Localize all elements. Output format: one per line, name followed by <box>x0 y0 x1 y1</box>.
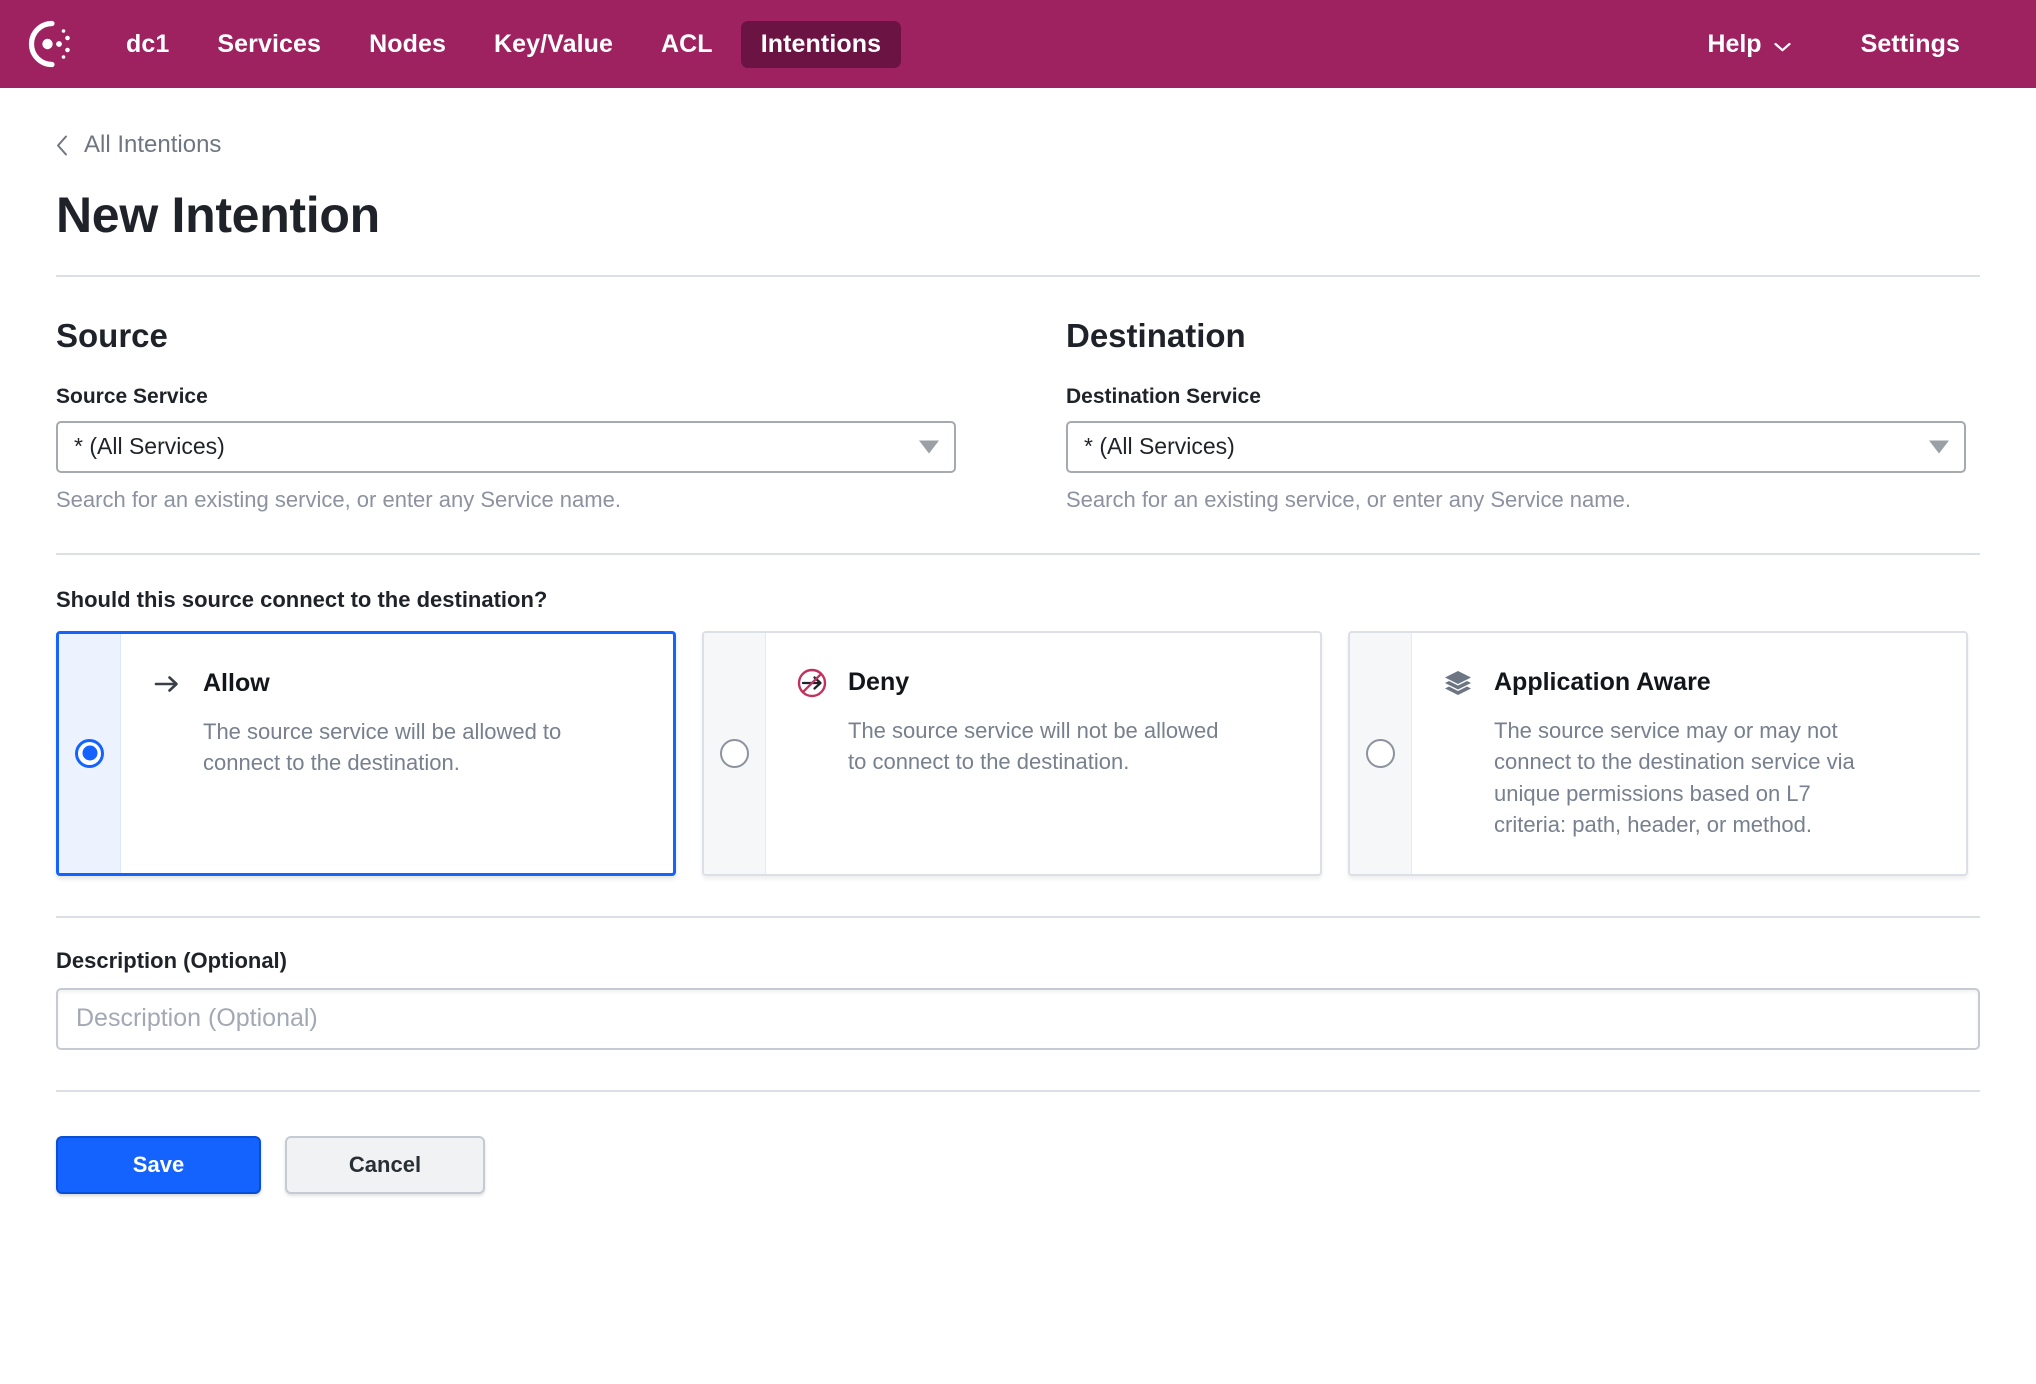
nav-item-settings[interactable]: Settings <box>1841 21 1980 68</box>
nav-item-nodes[interactable]: Nodes <box>349 21 466 68</box>
top-navigation-bar: dc1 Services Nodes Key/Value ACL Intenti… <box>0 0 2036 88</box>
deny-card-title: Deny <box>848 668 910 697</box>
permission-divider <box>56 915 1980 918</box>
destination-column: Destination Destination Service * (All S… <box>1066 319 1966 513</box>
allow-card-header: Allow <box>151 668 643 700</box>
application-aware-radio-button[interactable] <box>1366 738 1395 768</box>
chevron-down-icon <box>1773 39 1791 52</box>
deny-radio-button[interactable] <box>720 738 749 768</box>
layers-icon <box>1442 667 1474 699</box>
help-menu[interactable]: Help <box>1687 21 1810 68</box>
destination-service-value: * (All Services) <box>1084 433 1235 459</box>
allow-card-body: Allow The source service will be allowed… <box>121 634 673 873</box>
nav-right-group: Help Settings <box>1687 21 1980 68</box>
destination-service-select[interactable]: * (All Services) <box>1066 420 1966 473</box>
description-label: Description (Optional) <box>56 947 287 973</box>
allow-card-description: The source service will be allowed to co… <box>203 718 562 776</box>
destination-service-help-text: Search for an existing service, or enter… <box>1066 486 1631 512</box>
description-section: Description (Optional) <box>56 947 1980 1050</box>
nav-item-key-value[interactable]: Key/Value <box>474 21 633 68</box>
source-service-select[interactable]: * (All Services) <box>56 420 956 473</box>
nav-item-services[interactable]: Services <box>197 21 341 68</box>
permission-option-application-aware[interactable]: Application Aware The source service may… <box>1348 630 1968 876</box>
arrow-right-icon <box>151 668 183 700</box>
allow-card-title: Allow <box>203 669 270 698</box>
help-menu-label: Help <box>1707 29 1762 58</box>
cancel-button[interactable]: Cancel <box>285 1135 485 1194</box>
source-service-help-text: Search for an existing service, or enter… <box>56 486 621 512</box>
title-divider <box>56 274 1980 277</box>
no-entry-arrow-icon <box>796 667 828 699</box>
application-aware-radio-gutter[interactable] <box>1350 632 1412 874</box>
save-button[interactable]: Save <box>56 1135 261 1194</box>
allow-radio-gutter[interactable] <box>59 633 121 873</box>
service-columns: Source Source Service * (All Services) S… <box>56 319 1980 513</box>
breadcrumb-label: All Intentions <box>84 131 222 158</box>
application-aware-card-description: The source service may or may not connec… <box>1494 717 1855 838</box>
description-divider <box>56 1089 1980 1092</box>
deny-radio-gutter[interactable] <box>704 632 766 874</box>
source-column: Source Source Service * (All Services) S… <box>56 319 956 513</box>
permission-option-allow[interactable]: Allow The source service will be allowed… <box>56 630 676 876</box>
nav-item-intentions[interactable]: Intentions <box>740 20 902 68</box>
permission-question: Should this source connect to the destin… <box>56 586 548 612</box>
source-service-value: * (All Services) <box>74 433 225 459</box>
services-divider <box>56 552 1980 555</box>
destination-service-label: Destination Service <box>1066 384 1261 408</box>
permission-card-group: Allow The source service will be allowed… <box>56 630 1980 876</box>
consul-logo-icon[interactable] <box>22 17 76 71</box>
allow-radio-button[interactable] <box>75 738 104 768</box>
permission-section: Should this source connect to the destin… <box>56 586 1980 876</box>
source-section-title: Source <box>56 316 168 354</box>
application-aware-card-header: Application Aware <box>1442 667 1936 699</box>
source-service-label: Source Service <box>56 384 208 408</box>
deny-card-description: The source service will not be allowed t… <box>848 717 1219 775</box>
description-input[interactable] <box>56 987 1980 1050</box>
breadcrumb-all-intentions[interactable]: All Intentions <box>56 133 221 157</box>
deny-card-body: Deny The source service will not be allo… <box>766 633 1320 874</box>
application-aware-card-title: Application Aware <box>1494 668 1711 697</box>
nav-item-dc1[interactable]: dc1 <box>106 21 189 68</box>
page-title: New Intention <box>56 187 380 243</box>
destination-service-select-wrapper: * (All Services) <box>1066 420 1966 473</box>
application-aware-card-body: Application Aware The source service may… <box>1412 633 1966 874</box>
nav-left-group: dc1 Services Nodes Key/Value ACL Intenti… <box>22 17 909 71</box>
source-service-select-wrapper: * (All Services) <box>56 420 956 473</box>
page-content: All Intentions New Intention Source Sour… <box>0 133 2036 1244</box>
chevron-left-icon <box>56 135 68 156</box>
deny-card-header: Deny <box>796 667 1290 699</box>
nav-item-acl[interactable]: ACL <box>641 21 733 68</box>
permission-option-deny[interactable]: Deny The source service will not be allo… <box>702 630 1322 876</box>
form-actions: Save Cancel <box>56 1135 1980 1244</box>
destination-section-title: Destination <box>1066 316 1246 354</box>
